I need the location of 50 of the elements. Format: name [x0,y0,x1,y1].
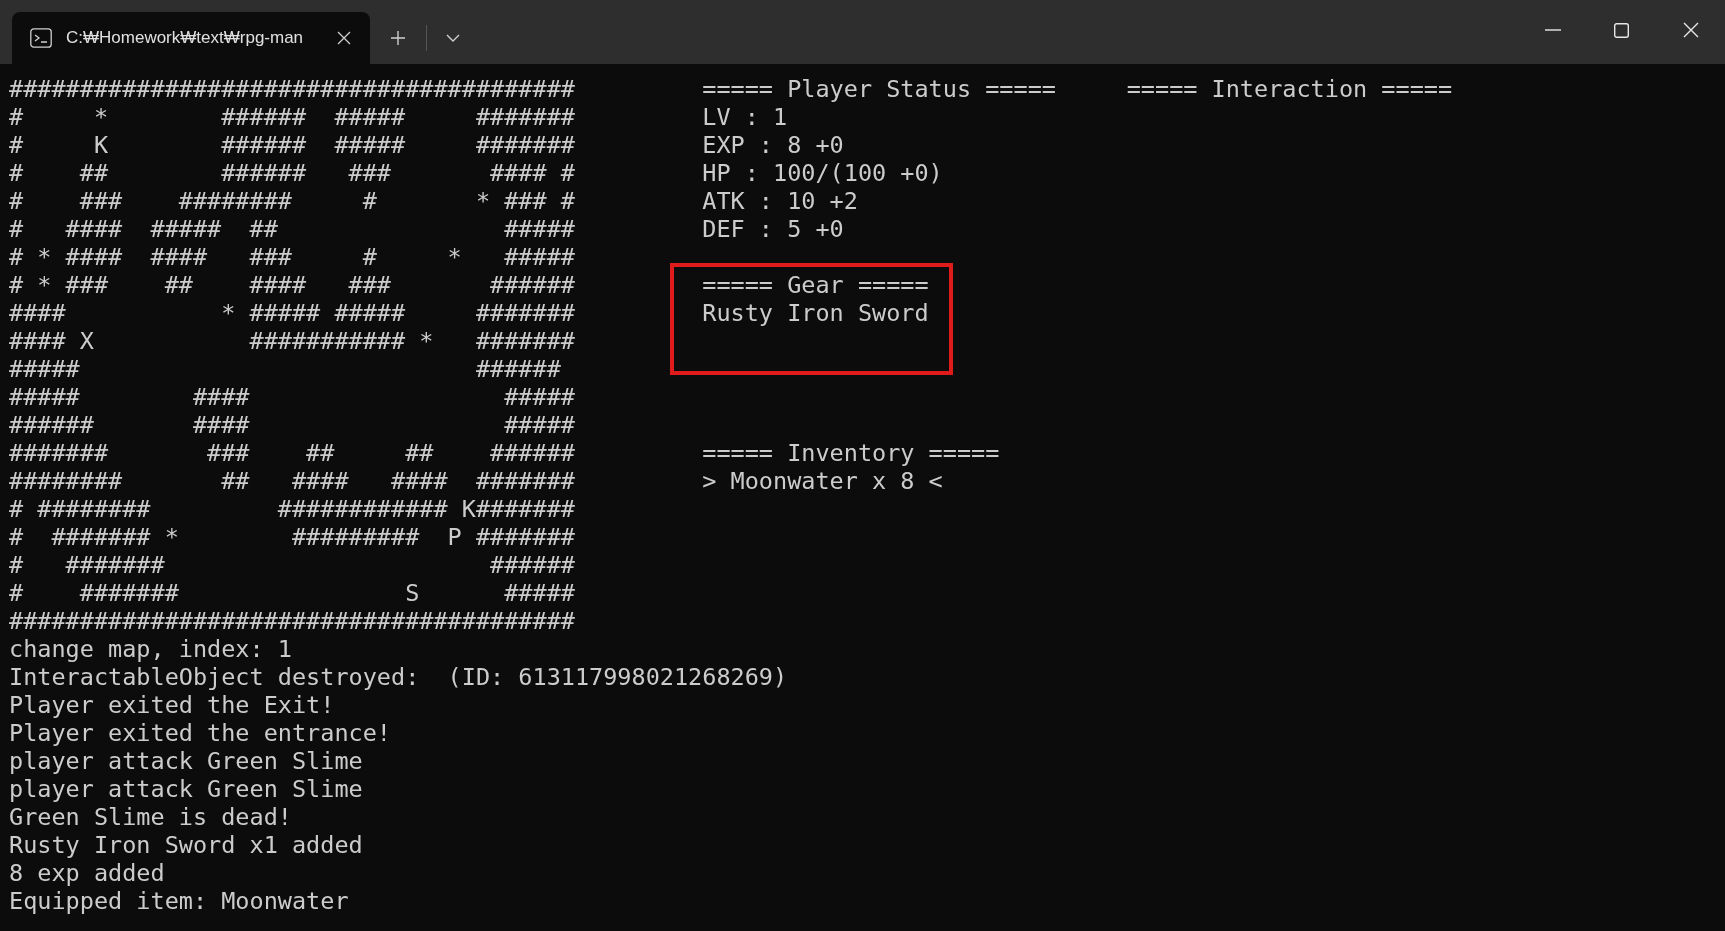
log-line: player attack Green Slime [9,775,363,803]
section-heading: ===== Interaction ===== [1126,75,1453,103]
status-line: LV : 1 [702,103,788,131]
log-line: InteractableObject destroyed: (ID: 613117998021268269) [9,663,788,691]
map-row: # ####### * ######### P ####### [9,523,575,551]
gear-item: Rusty Iron Sword [702,299,929,327]
log-line: change map, index: 1 [9,635,292,663]
map-row: ###### #### ##### [9,411,575,439]
close-icon [337,31,351,45]
log-line: 8 exp added [9,859,165,887]
terminal-tab[interactable]: C:₩Homework₩text₩rpg-man [12,12,370,64]
map-row: # * ### ## #### ### ###### [9,271,575,299]
log-line: Player exited the entrance! [9,719,391,747]
map-row: # * #### #### ### # * ##### [9,243,575,271]
map-row: #### X ########### * ####### [9,327,575,355]
log-line: Player exited the Exit! [9,691,335,719]
section-heading: ===== Player Status ===== [702,75,1056,103]
tab-title: C:₩Homework₩text₩rpg-man [66,28,305,48]
section-heading: ===== Inventory ===== [702,439,1000,467]
status-line: EXP : 8 +0 [702,131,844,159]
log-line: player attack Green Slime [9,747,363,775]
map-row: #### * ##### ##### ####### [9,299,575,327]
map-row: # ####### ###### [9,551,575,579]
chevron-down-icon [446,34,460,42]
close-icon [1682,22,1699,38]
terminal-icon [30,28,52,48]
maximize-icon [1614,22,1629,38]
map-row: # K ###### ##### ####### [9,131,575,159]
map-row: # ####### S ##### [9,579,575,607]
plus-icon [390,30,406,46]
map-row: ##### ###### [9,355,561,383]
status-line: HP : 100/(100 +0) [702,159,943,187]
map-row: # ## ###### ### #### # [9,159,575,187]
map-row: ######## ## #### #### ####### [9,467,575,495]
map-row: ######################################## [9,607,575,635]
map-row: # ### ######## # * ### # [9,187,575,215]
map-row: # ######## ############ K####### [9,495,575,523]
inventory-item: > Moonwater x 8 < [702,467,943,495]
log-line: Equipped item: Moonwater [9,887,349,915]
section-heading: ===== Gear ===== [702,271,929,299]
log-line: Green Slime is dead! [9,803,292,831]
map-row: ####### ### ## ## ###### [9,439,575,467]
log-line: Rusty Iron Sword x1 added [9,831,363,859]
status-line: DEF : 5 +0 [702,215,844,243]
map-row: # * ###### ##### ####### [9,103,575,131]
minimize-icon [1544,29,1561,31]
map-row: ######################################## [9,75,575,103]
map-row: # #### ##### ## ##### [9,215,575,243]
map-row: ##### #### ##### [9,383,575,411]
status-line: ATK : 10 +2 [702,187,858,215]
